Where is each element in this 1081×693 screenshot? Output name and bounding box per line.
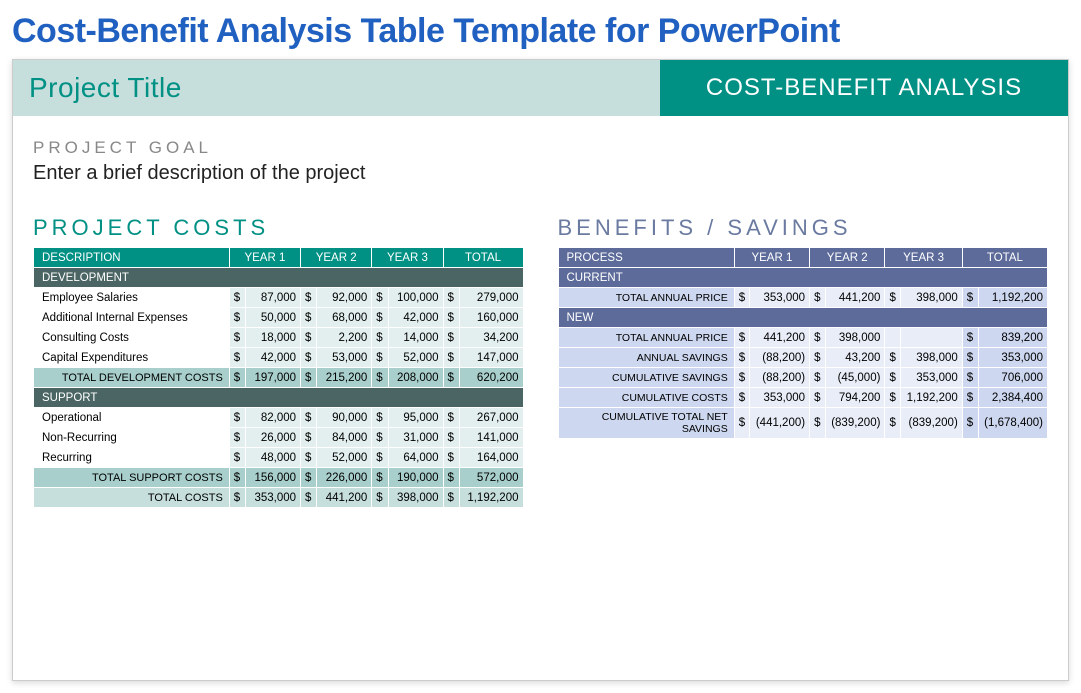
benefits-table: PROCESS YEAR 1 YEAR 2 YEAR 3 TOTAL CURRE… — [558, 247, 1049, 439]
grandtotal-row: TOTAL COSTS$353,000$441,200$398,000$1,19… — [34, 488, 524, 508]
table-row: Operational$82,000$90,000$95,000$267,000 — [34, 408, 524, 428]
table-row: CUMULATIVE COSTS$353,000$794,200$1,192,2… — [558, 388, 1048, 408]
table-row: TOTAL ANNUAL PRICE$353,000$441,200$398,0… — [558, 288, 1048, 308]
tables-row: PROJECT COSTS DESCRIPTION YEAR 1 YEAR 2 … — [13, 193, 1068, 508]
ben-h-y2: YEAR 2 — [810, 248, 885, 268]
table-row: Recurring$48,000$52,000$64,000$164,000 — [34, 448, 524, 468]
section-header: DEVELOPMENT — [34, 268, 524, 288]
table-row: Consulting Costs$18,000$2,200$14,000$34,… — [34, 328, 524, 348]
costs-column: PROJECT COSTS DESCRIPTION YEAR 1 YEAR 2 … — [33, 215, 524, 508]
table-row: Non-Recurring$26,000$84,000$31,000$141,0… — [34, 428, 524, 448]
costs-table: DESCRIPTION YEAR 1 YEAR 2 YEAR 3 TOTAL D… — [33, 247, 524, 508]
subtotal-row: TOTAL SUPPORT COSTS$156,000$226,000$190,… — [34, 468, 524, 488]
benefits-column: BENEFITS / SAVINGS PROCESS YEAR 1 YEAR 2… — [558, 215, 1049, 508]
costs-h-tot: TOTAL — [443, 248, 523, 268]
benefits-title: BENEFITS / SAVINGS — [558, 215, 1049, 247]
ben-h-process: PROCESS — [558, 248, 734, 268]
benefits-header-row: PROCESS YEAR 1 YEAR 2 YEAR 3 TOTAL — [558, 248, 1048, 268]
section-header: SUPPORT — [34, 388, 524, 408]
ben-h-y1: YEAR 1 — [734, 248, 809, 268]
page-title: Cost-Benefit Analysis Table Template for… — [0, 0, 1081, 59]
table-row: ANNUAL SAVINGS$(88,200)$43,200$398,000$3… — [558, 348, 1048, 368]
section-header: CURRENT — [558, 268, 1048, 288]
section-header: NEW — [558, 308, 1048, 328]
costs-header-row: DESCRIPTION YEAR 1 YEAR 2 YEAR 3 TOTAL — [34, 248, 524, 268]
ben-h-y3: YEAR 3 — [885, 248, 962, 268]
costs-h-y2: YEAR 2 — [301, 248, 372, 268]
costs-title: PROJECT COSTS — [33, 215, 524, 247]
goal-label: PROJECT GOAL — [33, 138, 1048, 158]
table-row: Capital Expenditures$42,000$53,000$52,00… — [34, 348, 524, 368]
project-title: Project Title — [13, 60, 660, 116]
table-row: Additional Internal Expenses$50,000$68,0… — [34, 308, 524, 328]
costs-h-y3: YEAR 3 — [372, 248, 443, 268]
goal-block: PROJECT GOAL Enter a brief description o… — [13, 116, 1068, 193]
costs-h-y1: YEAR 1 — [229, 248, 300, 268]
analysis-badge: COST-BENEFIT ANALYSIS — [660, 60, 1068, 116]
table-row: CUMULATIVE TOTAL NET SAVINGS$(441,200)$(… — [558, 408, 1048, 439]
banner: Project Title COST-BENEFIT ANALYSIS — [13, 60, 1068, 116]
costs-h-desc: DESCRIPTION — [34, 248, 230, 268]
ben-h-tot: TOTAL — [962, 248, 1047, 268]
slide: Project Title COST-BENEFIT ANALYSIS PROJ… — [12, 59, 1069, 681]
table-row: TOTAL ANNUAL PRICE$441,200$398,000$839,2… — [558, 328, 1048, 348]
table-row: Employee Salaries$87,000$92,000$100,000$… — [34, 288, 524, 308]
table-row: CUMULATIVE SAVINGS$(88,200)$(45,000)$353… — [558, 368, 1048, 388]
subtotal-row: TOTAL DEVELOPMENT COSTS$197,000$215,200$… — [34, 368, 524, 388]
goal-text: Enter a brief description of the project — [33, 158, 1048, 185]
